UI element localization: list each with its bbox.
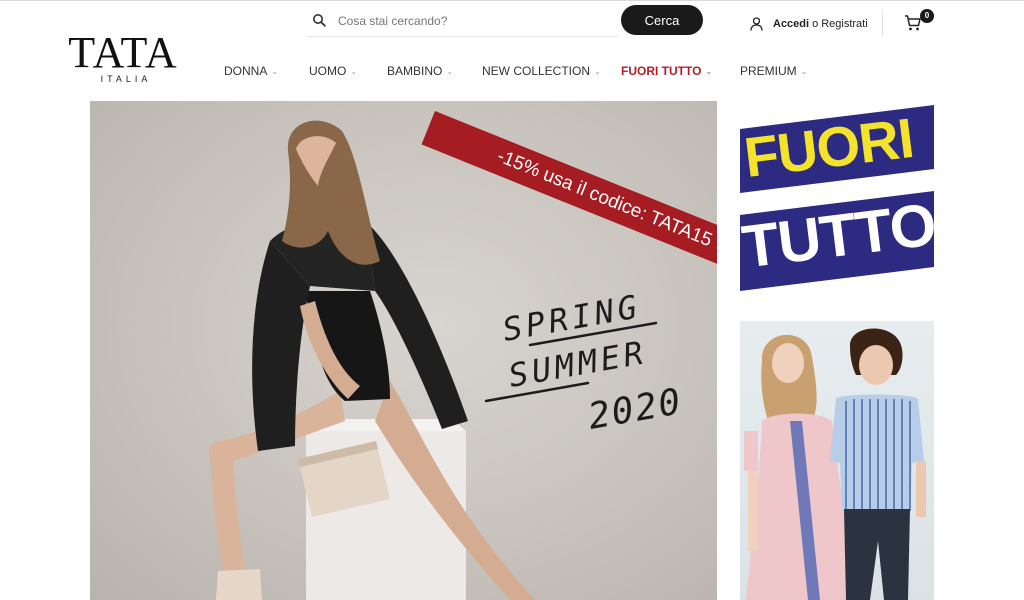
nav-item-label: FUORI TUTTO (621, 64, 702, 78)
chevron-down-icon: ⌄ (800, 66, 808, 76)
search-icon (313, 14, 326, 27)
site-logo[interactable]: TATA ITALIA (50, 28, 196, 85)
nav-item-donna[interactable]: DONNA ⌄ (224, 64, 278, 78)
nav-item-bambino[interactable]: BAMBINO ⌄ (387, 64, 453, 78)
chevron-down-icon: ⌄ (705, 66, 713, 76)
nav-item-premium[interactable]: PREMIUM ⌄ (740, 64, 807, 78)
nav-item-uomo[interactable]: UOMO ⌄ (309, 64, 357, 78)
user-icon (750, 17, 763, 31)
kids-photo-illustration (744, 328, 926, 600)
logo-wordmark: TATA (68, 28, 178, 77)
hero-banner[interactable]: -15% usa il codice: TATA15 SPRING SUMMER… (90, 101, 717, 600)
kids-collection-banner[interactable] (740, 321, 934, 600)
chevron-down-icon: ⌄ (594, 66, 601, 76)
register-link[interactable]: Registrati (821, 18, 867, 30)
nav-item-label: BAMBINO (387, 64, 443, 78)
nav-item-label: PREMIUM (740, 64, 797, 78)
nav-item-label: DONNA (224, 64, 268, 78)
nav-item-label: UOMO (309, 64, 347, 78)
account-links: Accedi o Registrati (750, 16, 868, 32)
sale-banner[interactable]: FUORI TUTTO (740, 101, 934, 297)
cart-count-badge: 0 (920, 9, 934, 23)
chevron-down-icon: ⌄ (271, 66, 279, 76)
search-bar (306, 6, 618, 37)
nav-item-new-collection[interactable]: NEW COLLECTION ⌄ (482, 64, 601, 78)
search-button[interactable]: Cerca (621, 5, 703, 35)
account-connector: o (812, 18, 819, 30)
search-input[interactable] (336, 9, 618, 33)
nav-item-label: NEW COLLECTION (482, 64, 591, 78)
top-divider (0, 0, 1024, 1)
header-divider (882, 10, 883, 36)
chevron-down-icon: ⌄ (446, 66, 454, 76)
chevron-down-icon: ⌄ (350, 66, 358, 76)
login-link[interactable]: Accedi (773, 18, 809, 30)
nav-item-fuori-tutto[interactable]: FUORI TUTTO ⌄ (621, 64, 712, 78)
